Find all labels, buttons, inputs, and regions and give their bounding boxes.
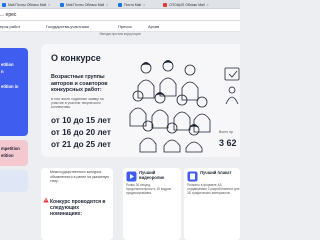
about-contest-card: О конкурсе Возрастные группы авторов и с… — [41, 44, 240, 157]
warning-icon — [43, 197, 49, 203]
age-group-item: от 16 до 20 лет — [51, 128, 111, 137]
tab-favicon-icon — [2, 2, 6, 7]
address-bar[interactable]: ... ерес — [0, 9, 240, 21]
nav-item-participants[interactable]: Государства-участники — [46, 24, 89, 29]
sidebar-item-label[interactable]: n — [1, 69, 4, 74]
tab-favicon-icon — [163, 2, 167, 7]
total-label: Всего пр — [219, 130, 233, 134]
checklist-icon — [224, 67, 240, 105]
tab-label: Mail Почты Облако Mail — [66, 2, 105, 7]
sidebar: etition n etition in mpetition etition — [0, 40, 28, 240]
sidebar-item-label: etition — [1, 153, 14, 158]
close-icon[interactable]: × — [143, 3, 145, 7]
site-navigation: ерок работ Государства-участники Пресса … — [0, 21, 240, 32]
nomination-tile-poster[interactable]: Лучший плакат Плакаты в формате А3, созд… — [184, 168, 240, 240]
tab-label: Mail Почты Облако Mail — [8, 2, 47, 7]
tile-title: Лучший видеоролик — [139, 170, 165, 180]
tab-label: Почта Mail — [124, 2, 142, 7]
address-text: ... ерес — [0, 12, 17, 18]
competition-nav-card[interactable]: etition n etition in — [0, 48, 28, 136]
age-groups-subtitle: Возрастные группы авторов и соавторов ко… — [51, 74, 108, 93]
tab-favicon-icon — [118, 2, 122, 7]
tab-label: СПОЦИЛ Облако Mail — [169, 2, 205, 7]
top-banner: Звезда против коррупции — [99, 32, 141, 36]
tile-description: Плакаты в формате А3, создаваемые 2 разр… — [187, 183, 240, 195]
total-count: 3 62 — [219, 138, 237, 148]
stats-panel: Всего пр 3 62 — [219, 60, 240, 150]
age-group-item: от 21 до 25 лет — [51, 140, 111, 149]
sidebar-item-label: mpetition — [1, 146, 20, 151]
nomination-tile-video[interactable]: Лучший видеоролик Ролик 30 секунд, продо… — [123, 168, 181, 240]
close-icon[interactable]: × — [207, 3, 209, 7]
nominations-note: Конкурс проводится в следующих номинация… — [50, 199, 106, 217]
nominations-info: Межгосударственного конкурса, объявленно… — [41, 168, 113, 240]
video-icon — [126, 171, 137, 182]
age-groups-description: в том числе соданные заявку на участие в… — [51, 97, 104, 110]
nav-item-press[interactable]: Пресса — [118, 24, 132, 29]
age-group-item: от 10 до 15 лет — [51, 116, 111, 125]
competition-card-pink[interactable]: mpetition etition — [0, 140, 28, 166]
poster-icon — [187, 171, 198, 182]
people-illustration — [129, 60, 211, 153]
tab-favicon-icon — [60, 2, 64, 7]
competition-card-light[interactable] — [0, 170, 28, 192]
sidebar-item-label[interactable]: etition in — [1, 84, 18, 89]
info-header: Межгосударственного конкурса, объявленно… — [50, 170, 110, 183]
browser-tab-bar: Mail Почты Облако Mail × Mail Почты Обла… — [0, 0, 240, 9]
section-title: О конкурсе — [51, 53, 101, 63]
browser-tab[interactable]: СПОЦИЛ Облако Mail × — [163, 1, 240, 8]
browser-tab[interactable]: Почта Mail × — [118, 1, 158, 8]
sidebar-item-label[interactable]: etition — [1, 62, 14, 67]
nav-item-archive[interactable]: Архив — [148, 24, 159, 29]
close-icon[interactable]: × — [48, 3, 50, 7]
nav-item-works[interactable]: ерок работ — [0, 24, 20, 29]
close-icon[interactable]: × — [106, 3, 108, 7]
browser-tab[interactable]: Mail Почты Облако Mail × — [60, 1, 112, 8]
tile-title: Лучший плакат — [200, 170, 232, 175]
browser-tab[interactable]: Mail Почты Облако Mail × — [2, 1, 54, 8]
tile-description: Ролик 30 секунд, продолжительность 15 ка… — [126, 183, 172, 195]
